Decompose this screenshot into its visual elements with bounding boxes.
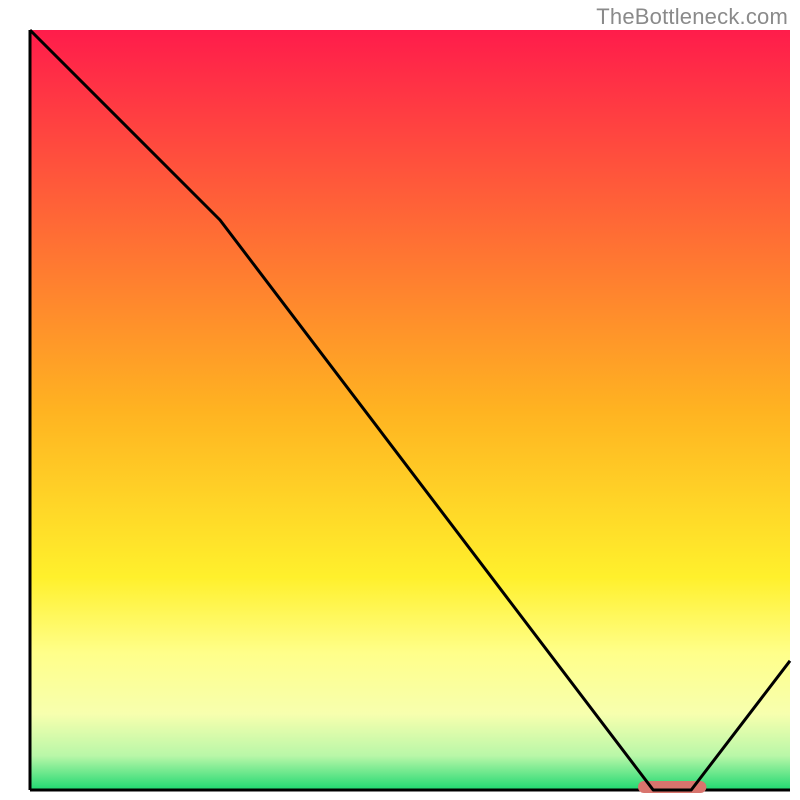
- chart-container: { "watermark": "TheBottleneck.com", "cha…: [0, 0, 800, 800]
- watermark-text: TheBottleneck.com: [596, 4, 788, 30]
- bottleneck-chart: [0, 0, 800, 800]
